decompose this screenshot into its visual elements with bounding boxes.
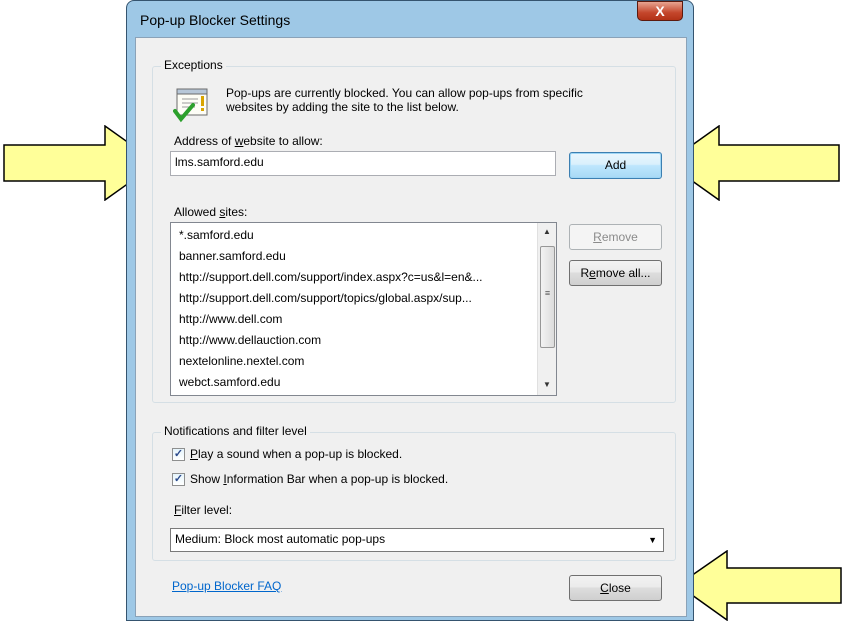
address-label-pre: Address of (174, 134, 235, 148)
filter-level-value: Medium: Block most automatic pop-ups (175, 532, 386, 546)
list-item[interactable]: *.samford.edu (179, 228, 254, 242)
show-info-bar-label[interactable]: Show Information Bar when a pop-up is bl… (190, 472, 448, 486)
popup-blocker-faq-link[interactable]: Pop-up Blocker FAQ (172, 579, 281, 593)
remove-all-post: move all... (595, 266, 651, 280)
filter-label-rest: ilter level: (181, 503, 233, 517)
add-button[interactable]: Add (569, 152, 662, 179)
close-button[interactable]: Close (569, 575, 662, 601)
chevron-down-icon[interactable]: ▼ (648, 535, 657, 545)
list-item[interactable]: webct.samford.edu (179, 375, 280, 389)
filter-level-select[interactable]: Medium: Block most automatic pop-ups ▼ (170, 528, 664, 552)
list-item[interactable]: http://www.dellauction.com (179, 333, 321, 347)
allowed-sites-label: Allowed sites: (174, 205, 247, 219)
address-input[interactable]: lms.samford.edu (170, 151, 556, 176)
close-button-rest: lose (608, 581, 631, 595)
list-item[interactable]: http://support.dell.com/support/index.as… (179, 270, 483, 284)
exceptions-description-line2: websites by adding the site to the list … (226, 100, 459, 114)
scroll-down-arrow-icon[interactable]: ▼ (543, 380, 551, 389)
remove-all-button[interactable]: Remove all... (569, 260, 662, 286)
scroll-up-arrow-icon[interactable]: ▲ (543, 227, 551, 236)
remove-button[interactable]: Remove (569, 224, 662, 250)
show-info-post: nformation Bar when a pop-up is blocked. (226, 472, 449, 486)
play-sound-key: P (190, 447, 199, 461)
address-label-post: ebsite to allow: (243, 134, 323, 148)
list-item[interactable]: nextelonline.nextel.com (179, 354, 304, 368)
address-label: Address of website to allow: (174, 134, 323, 148)
close-window-button[interactable]: X (637, 1, 683, 21)
allowed-label-pre: Allowed (174, 205, 220, 219)
remove-button-rest: emove (601, 230, 638, 244)
thumb-grip-icon: ≡ (544, 288, 551, 298)
notifications-group-label: Notifications and filter level (161, 424, 310, 438)
remove-button-key: R (593, 230, 602, 244)
exceptions-description-line1: Pop-ups are currently blocked. You can a… (226, 86, 583, 100)
scrollbar-thumb[interactable]: ≡ (540, 246, 555, 348)
show-info-bar-checkbox[interactable]: ✓ (172, 473, 185, 486)
window-title: Pop-up Blocker Settings (140, 12, 291, 28)
filter-level-label: Filter level: (174, 503, 232, 517)
list-item[interactable]: banner.samford.edu (179, 249, 286, 263)
show-info-pre: Show (190, 472, 224, 486)
allowed-label-post: ites: (225, 205, 248, 219)
list-item[interactable]: http://support.dell.com/support/topics/g… (179, 291, 472, 305)
remove-all-pre: R (580, 266, 590, 280)
play-sound-checkbox[interactable]: ✓ (172, 448, 185, 461)
popup-allow-icon (173, 87, 213, 128)
play-sound-rest: lay a sound when a pop-up is blocked. (198, 447, 403, 461)
list-scrollbar[interactable]: ▲ ≡ ▼ (537, 223, 556, 395)
allowed-sites-list[interactable]: *.samford.edu banner.samford.edu http://… (170, 222, 557, 396)
annotation-arrow-close-left (677, 550, 842, 621)
close-button-key: C (600, 581, 609, 595)
list-item[interactable]: http://www.dell.com (179, 312, 282, 326)
play-sound-label[interactable]: Play a sound when a pop-up is blocked. (190, 447, 402, 461)
remove-all-key: e (589, 266, 596, 280)
exceptions-group-label: Exceptions (161, 58, 226, 72)
